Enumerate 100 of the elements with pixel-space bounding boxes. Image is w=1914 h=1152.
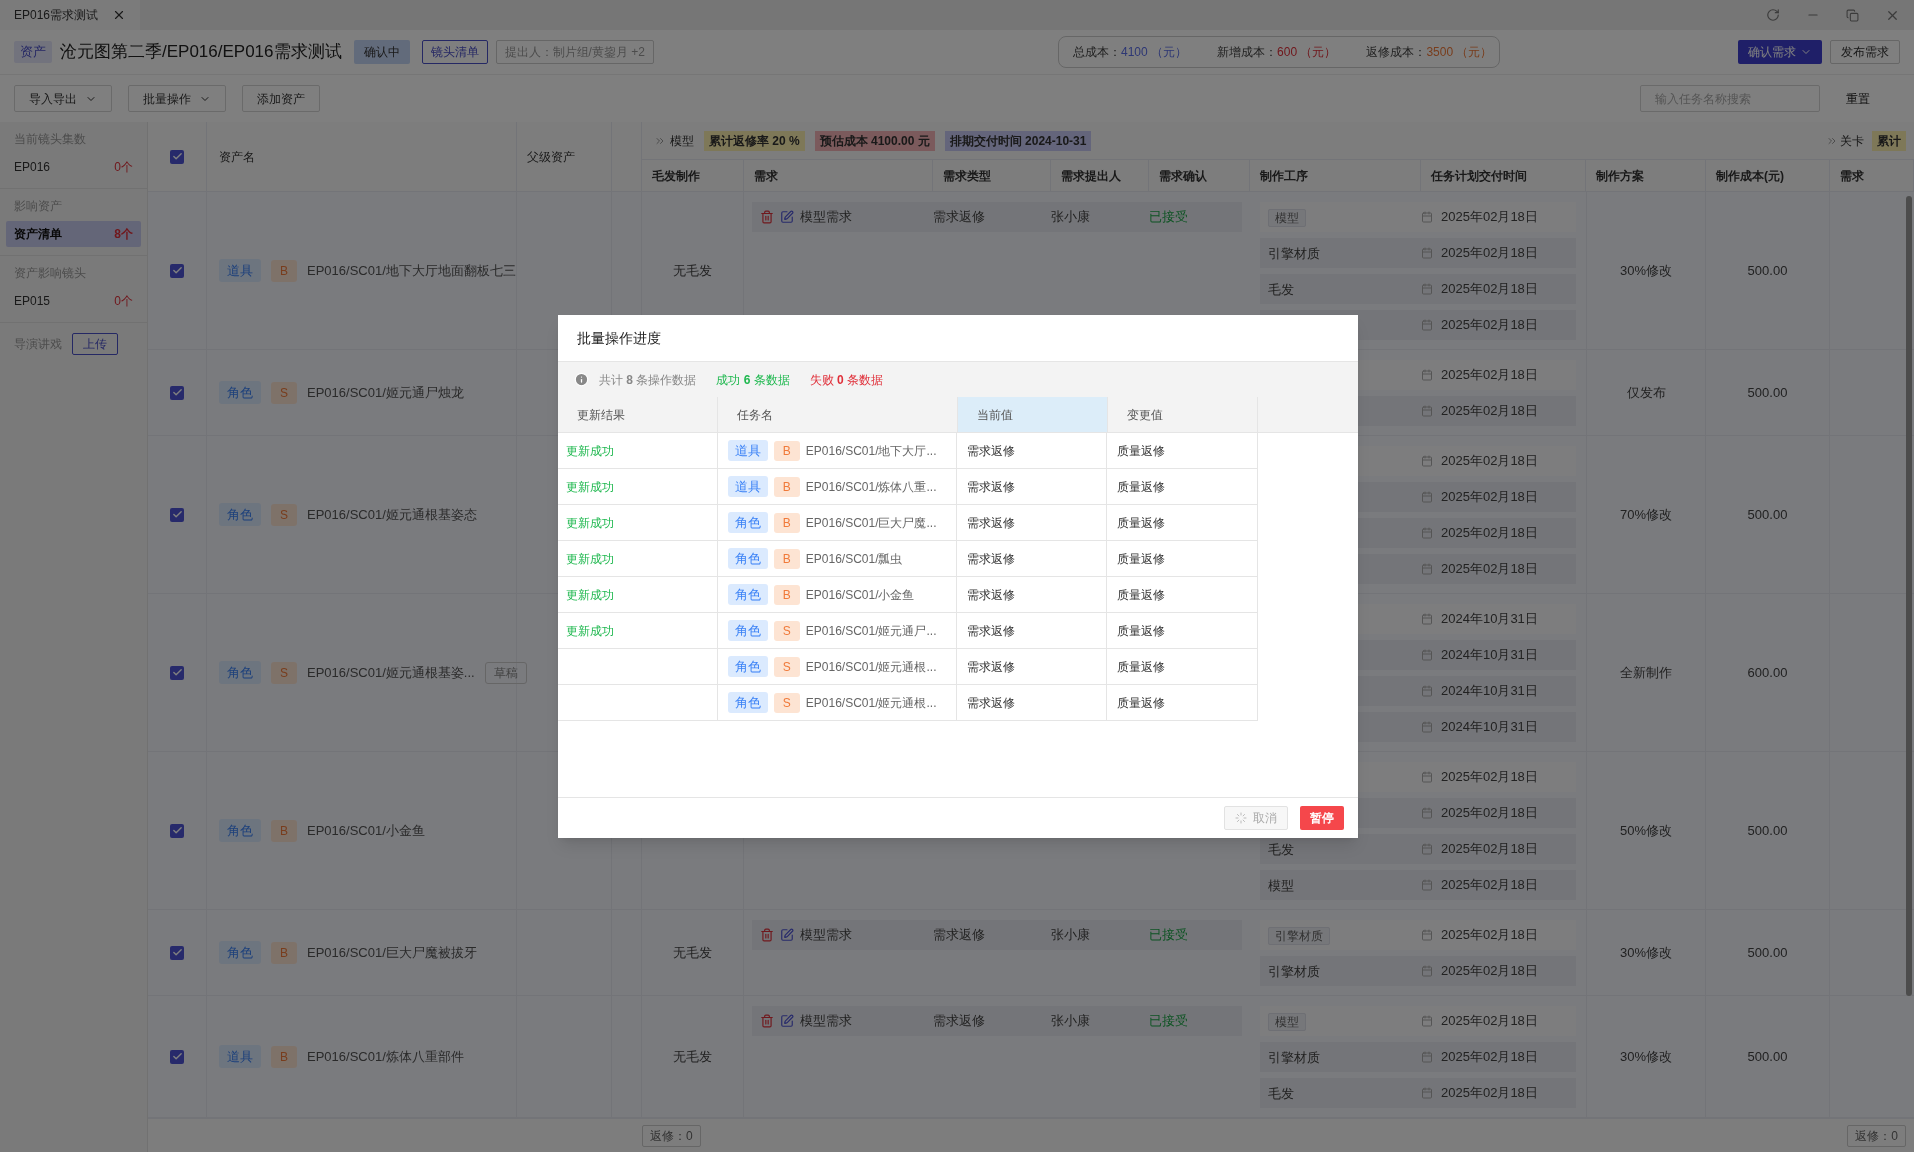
type-tag: 角色 (727, 619, 768, 642)
sidebar-item[interactable]: 资产清单 8个 (6, 221, 141, 247)
checkbox[interactable] (170, 665, 184, 680)
info-icon (574, 372, 589, 387)
process-name: 模型 (1268, 878, 1294, 893)
calendar-icon (1421, 721, 1433, 733)
restore-icon[interactable] (1846, 8, 1859, 22)
calendar-icon (1421, 319, 1433, 331)
calendar-icon (1421, 771, 1433, 783)
delivery-date: 2025年02月18日 (1441, 926, 1538, 945)
process-name: 毛发 (1268, 1086, 1294, 1101)
delivery-date: 2025年02月18日 (1441, 876, 1538, 895)
result-text: 更新成功 (566, 550, 614, 568)
calendar-icon (1421, 1015, 1433, 1027)
asset-name: EP016/SC01/地下大厅地面翻板七三 (307, 261, 516, 280)
column-header: 毛发制作 (652, 167, 700, 185)
column-header: 制作工序 (1260, 167, 1308, 185)
cost-item: 新增成本：600 （元） (1217, 44, 1337, 61)
type-tag: 道具 (219, 258, 261, 283)
requirement-type: 需求返修 (933, 208, 986, 227)
failed-count: 失败 0 条数据 (809, 371, 884, 389)
process-tag: 引擎材质 (1268, 927, 1330, 945)
publish-button[interactable]: 发布需求 (1830, 40, 1900, 64)
calendar-icon (1421, 649, 1433, 661)
toolbar-button[interactable]: 添加资产 (242, 85, 320, 112)
checkbox[interactable] (170, 1049, 184, 1064)
hair-value: 无毛发 (673, 1047, 712, 1066)
column-header: 需求 (754, 167, 778, 185)
requirement-proposer: 张小康 (1051, 1012, 1091, 1031)
reset-button[interactable]: 重置 (1836, 89, 1880, 108)
delivery-date: 2024年10月31日 (1441, 610, 1538, 629)
delete-icon[interactable] (760, 210, 774, 224)
document-tab[interactable]: EP016需求测试 (0, 0, 141, 30)
cost-value: 500.00 (1747, 383, 1788, 402)
new-value: 质量返修 (1117, 550, 1166, 568)
edit-icon[interactable] (780, 1014, 794, 1028)
upload-button[interactable]: 上传 (72, 333, 118, 355)
plan-value: 70%修改 (1620, 505, 1672, 524)
calendar-icon (1421, 491, 1433, 503)
requirement-proposer: 张小康 (1051, 208, 1091, 227)
refresh-icon[interactable] (1766, 8, 1780, 22)
checkbox[interactable] (170, 823, 184, 838)
checkbox[interactable] (170, 385, 184, 400)
current-value: 需求返修 (967, 622, 1016, 640)
asset-name: EP016/SC01/炼体八重部件 (307, 1047, 464, 1066)
pause-button[interactable]: 暂停 (1300, 806, 1344, 830)
shot-list-button[interactable]: 镜头清单 (421, 40, 488, 64)
calendar-icon (1421, 247, 1433, 259)
calendar-icon (1421, 455, 1433, 467)
toolbar-button[interactable]: 批量操作 (128, 85, 226, 112)
grade-tag: B (773, 440, 800, 461)
asset-name: EP016/SC01/姬元通根基姿态 (307, 505, 477, 524)
result-text: 更新成功 (566, 442, 614, 460)
requirement-name: 模型需求 (800, 926, 852, 945)
calendar-icon (1421, 527, 1433, 539)
requirement-name: 模型需求 (800, 1012, 852, 1031)
checkbox[interactable] (170, 507, 184, 522)
delivery-date: 2025年02月18日 (1441, 208, 1538, 227)
grade-tag: S (773, 656, 800, 677)
requirement-name: 模型需求 (800, 208, 852, 227)
grade-tag: S (773, 620, 800, 641)
dialog-title: 批量操作进度 (577, 328, 661, 348)
grade-tag: B (773, 584, 800, 605)
column-header: 制作方案 (1596, 167, 1644, 185)
task-name: EP016/SC01/地下大厅... (805, 442, 937, 460)
delivery-date: 2025年02月18日 (1441, 402, 1538, 421)
type-tag: 角色 (727, 547, 768, 570)
calendar-icon (1421, 879, 1433, 891)
delivery-date: 2025年02月18日 (1441, 840, 1538, 859)
calendar-icon (1421, 283, 1433, 295)
column-header: 需求提出人 (1061, 167, 1121, 185)
cost-value: 500.00 (1747, 261, 1788, 280)
task-name: EP016/SC01/巨大尸魔... (805, 514, 937, 532)
delete-icon[interactable] (760, 928, 774, 942)
grade-tag: S (271, 503, 297, 526)
column-header: 需求确认 (1159, 167, 1207, 185)
asset-name: EP016/SC01/姬元通根基姿... (307, 663, 475, 682)
column-header[interactable]: 当前值 (958, 397, 1108, 432)
delete-icon[interactable] (760, 1014, 774, 1028)
edit-icon[interactable] (780, 210, 794, 224)
task-name: EP016/SC01/姬元通根... (805, 658, 937, 676)
delivery-date: 2025年02月18日 (1441, 316, 1538, 335)
edit-icon[interactable] (780, 928, 794, 942)
new-value: 质量返修 (1117, 658, 1166, 676)
checkbox[interactable] (170, 263, 184, 278)
calendar-icon (1421, 685, 1433, 697)
requirement-type: 需求返修 (933, 1012, 986, 1031)
rework-count: 返修：0 (1847, 1124, 1906, 1147)
plan-value: 30%修改 (1620, 943, 1672, 962)
task-name: EP016/SC01/瓢虫 (805, 550, 903, 568)
checkbox[interactable] (170, 149, 184, 164)
toolbar-button[interactable]: 导入导出 (14, 85, 112, 112)
delivery-date: 2025年02月18日 (1441, 452, 1538, 471)
scrollbar[interactable] (1906, 196, 1912, 996)
calendar-icon (1421, 965, 1433, 977)
type-tag: 道具 (727, 475, 768, 498)
hair-value: 无毛发 (673, 261, 712, 280)
checkbox[interactable] (170, 945, 184, 960)
plan-value: 50%修改 (1620, 821, 1672, 840)
confirm-button[interactable]: 确认需求 (1738, 40, 1822, 64)
